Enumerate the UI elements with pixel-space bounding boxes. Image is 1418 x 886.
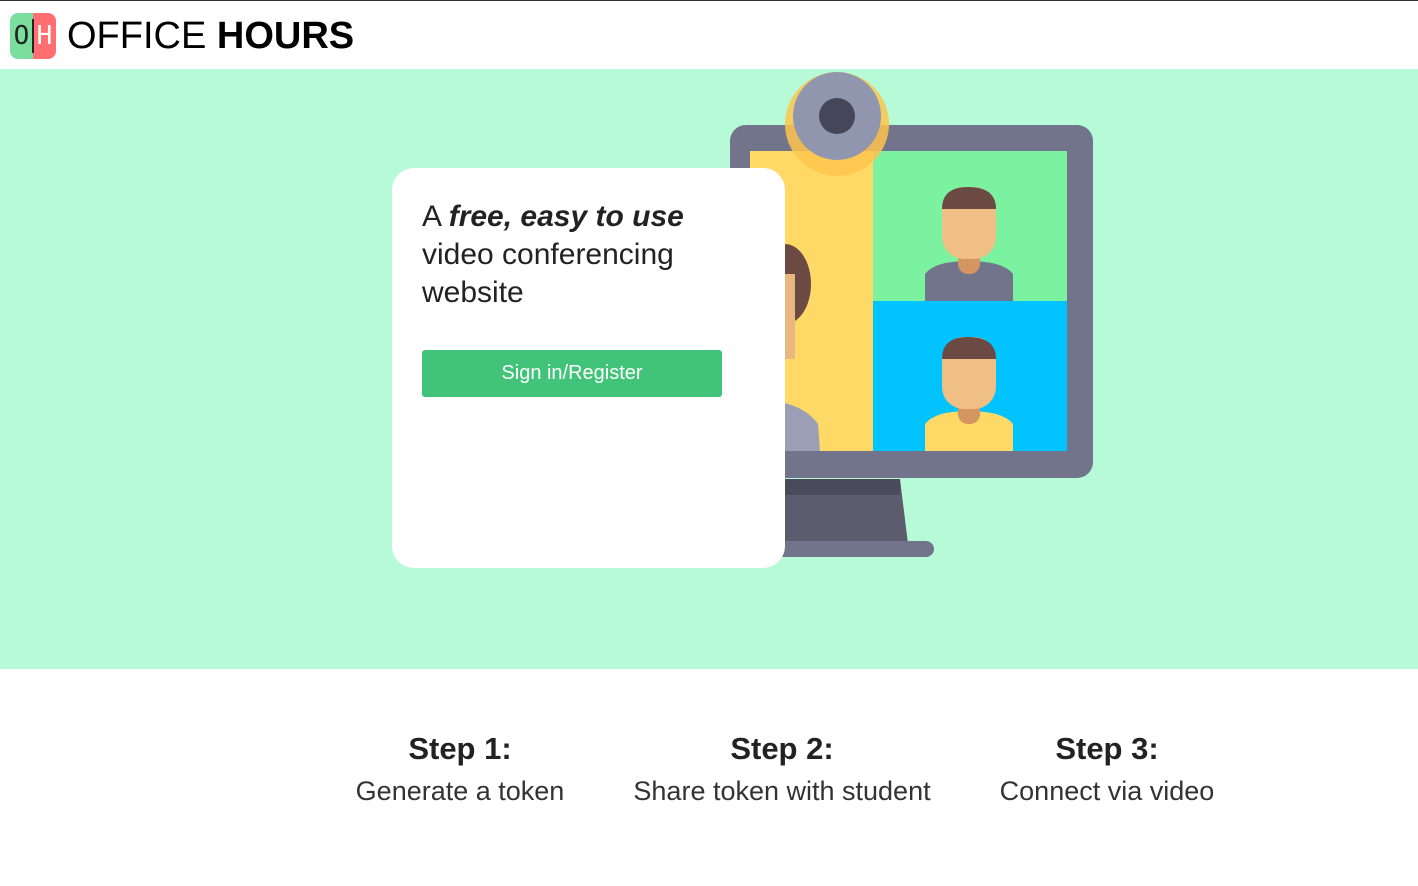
logo-divider xyxy=(32,19,34,53)
intro-card: A free, easy to use video conferencing w… xyxy=(392,168,785,568)
step-description: Share token with student xyxy=(633,776,931,806)
tagline-prefix: A xyxy=(422,200,449,233)
brand-bold: HOURS xyxy=(216,15,355,57)
step-1: Step 1: Generate a token xyxy=(340,729,580,811)
steps-section: Step 1: Generate a token Step 2: Share t… xyxy=(0,669,1418,886)
step-3: Step 3: Connect via video xyxy=(977,729,1237,811)
logo-letter-o: O xyxy=(13,21,30,51)
brand-light: OFFICE xyxy=(67,15,217,57)
tagline: A free, easy to use video conferencing w… xyxy=(422,198,752,312)
step-description: Connect via video xyxy=(999,776,1215,806)
brand-name[interactable]: OFFICE HOURS xyxy=(67,15,354,57)
tagline-rest: video conferencing website xyxy=(422,238,674,309)
step-title: Step 1: xyxy=(408,731,512,766)
logo-letter-h: H xyxy=(36,21,53,51)
step-title: Step 2: xyxy=(730,731,834,766)
step-title: Step 3: xyxy=(1055,731,1159,766)
site-header: O H OFFICE HOURS xyxy=(0,1,1418,69)
sign-in-register-button[interactable]: Sign in/Register xyxy=(422,350,722,397)
tagline-emphasis: free, easy to use xyxy=(448,200,684,233)
hero-section: A free, easy to use video conferencing w… xyxy=(0,69,1418,669)
monitor-neck-shadow xyxy=(770,479,900,495)
step-description: Generate a token xyxy=(355,776,565,806)
office-hours-logo[interactable]: O H xyxy=(10,13,56,59)
webcam-lens xyxy=(819,98,855,134)
step-2: Step 2: Share token with student xyxy=(612,729,952,811)
